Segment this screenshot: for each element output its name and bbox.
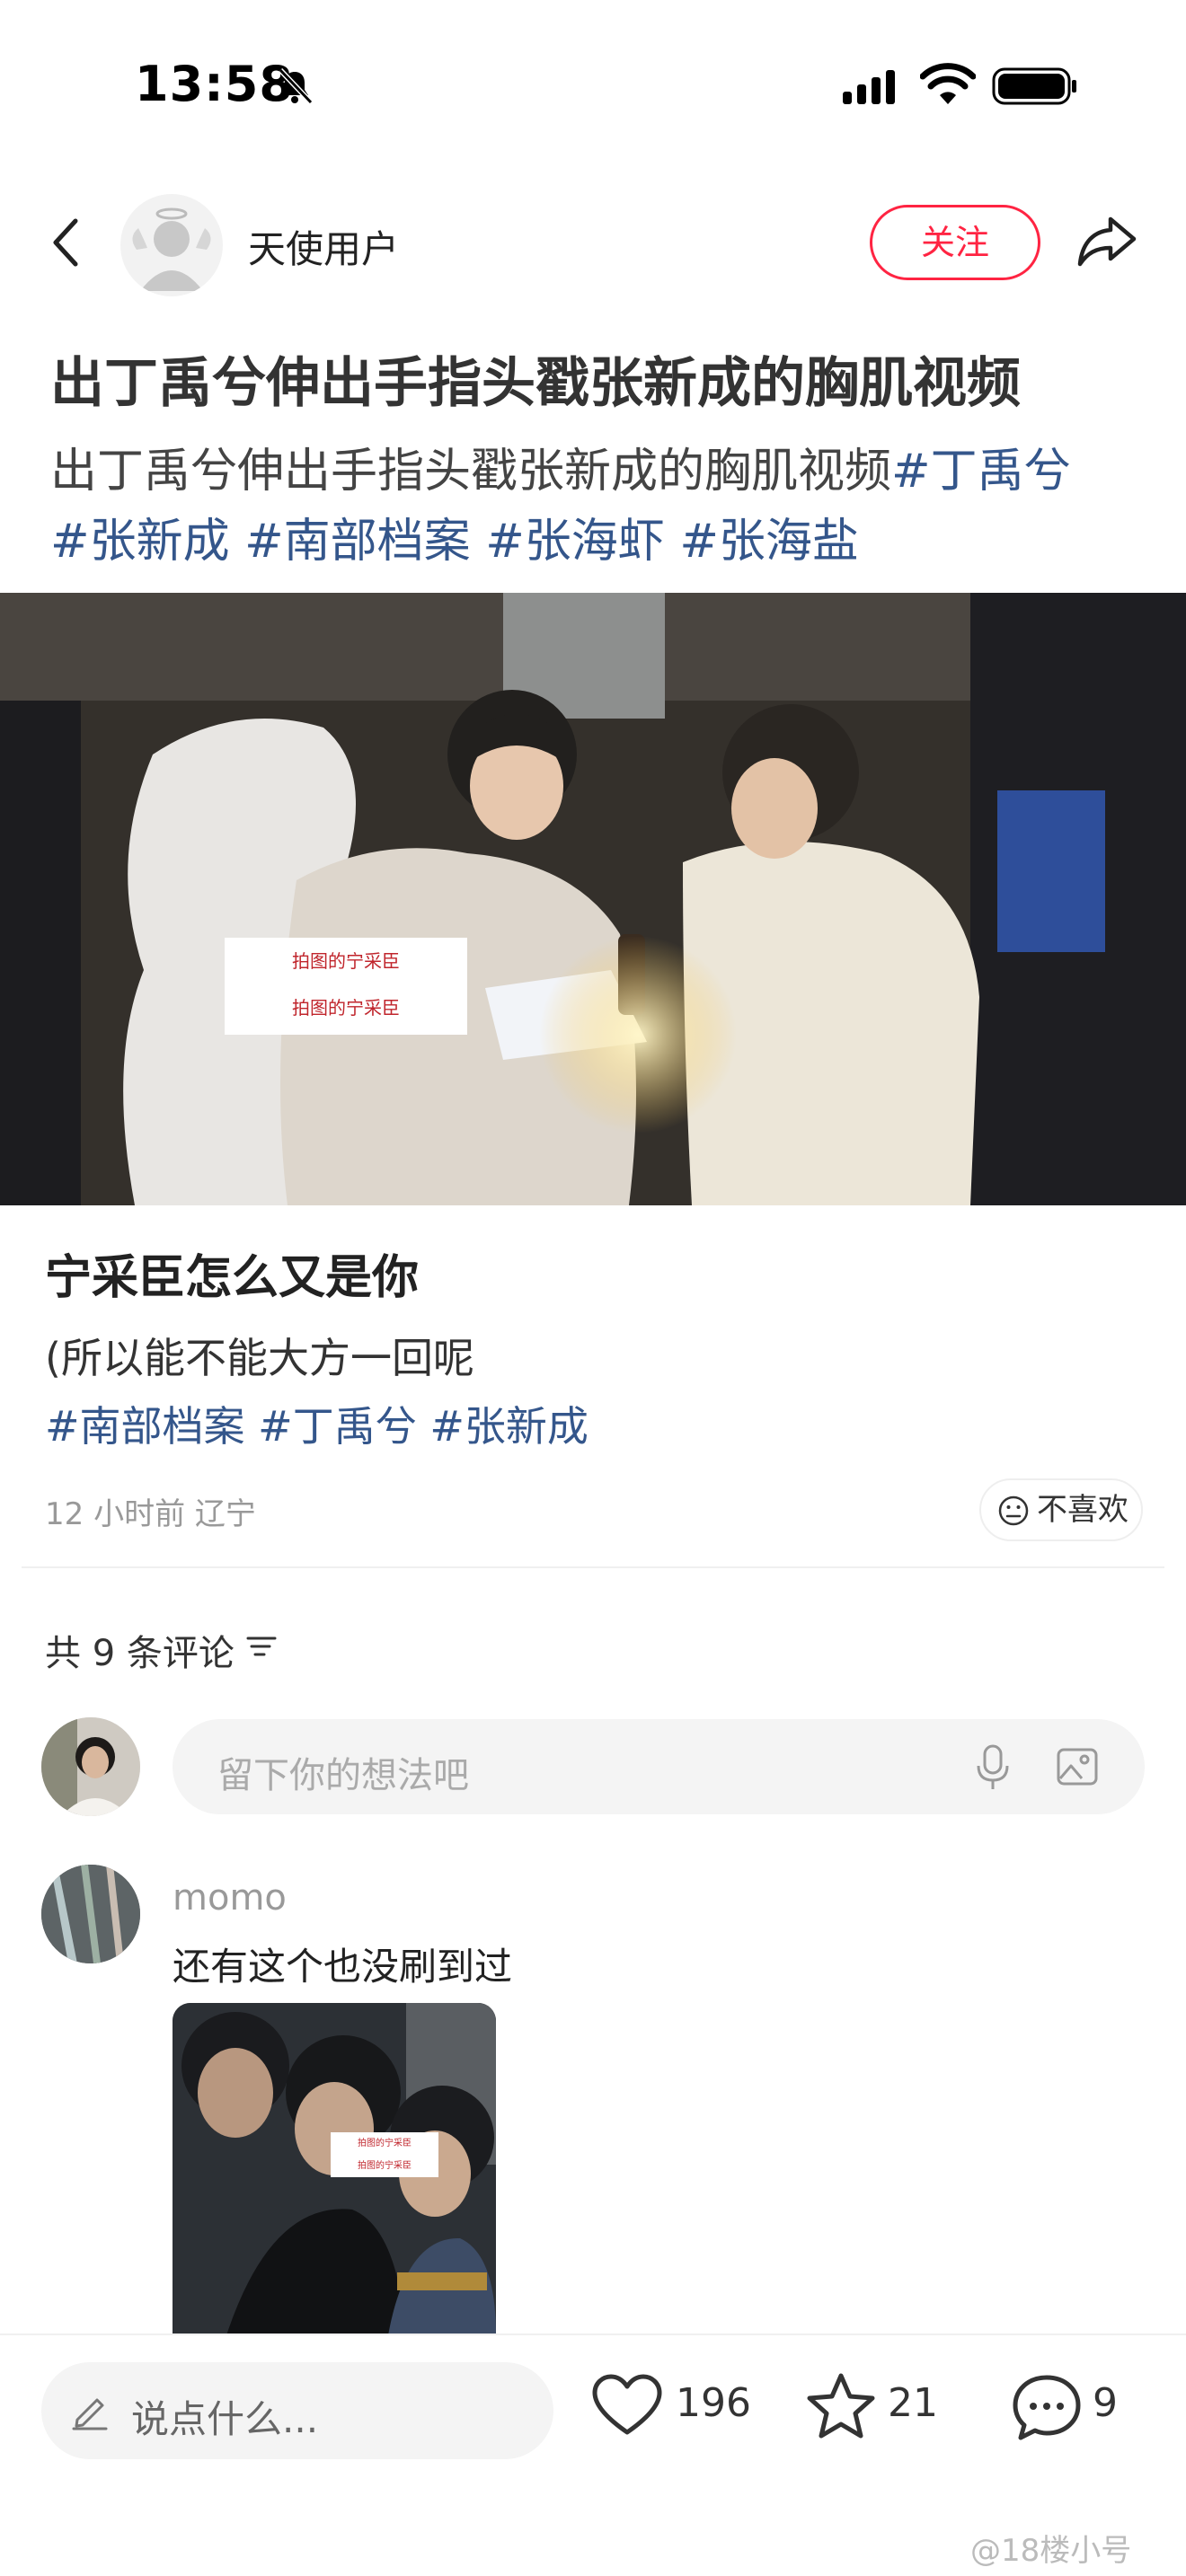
dislike-button[interactable]: 不喜欢	[979, 1478, 1143, 1541]
caption-title: 宁采臣怎么又是你	[45, 1251, 420, 1305]
caption-body: (所以能不能大方一回呢	[45, 1334, 474, 1382]
post-description: 出丁禹兮伸出手指头戳张新成的胸肌视频#丁禹兮 #张新成 #南部档案 #张海虾 #…	[50, 437, 1155, 577]
star-icon[interactable]	[805, 2371, 877, 2439]
comment-input[interactable]: 留下你的想法吧	[173, 1719, 1145, 1814]
comment-bubble-icon[interactable]	[1012, 2373, 1082, 2441]
sort-icon[interactable]	[244, 1631, 279, 1662]
corner-watermark: @18楼小号	[970, 2533, 1132, 2569]
caption-hashtags[interactable]: #南部档案 #丁禹兮 #张新成	[45, 1394, 589, 1453]
back-arrow-icon[interactable]	[45, 216, 86, 269]
author-name[interactable]: 天使用户	[248, 219, 399, 274]
commenter-avatar-image	[41, 1865, 140, 1963]
hashtag[interactable]: #张海虾	[485, 515, 665, 569]
comment-count-bottom: 9	[1093, 2380, 1118, 2426]
heart-icon[interactable]	[591, 2373, 663, 2438]
image-watermark: 拍图的宁采臣 拍图的宁采臣	[225, 938, 467, 1035]
microphone-icon[interactable]	[972, 1742, 1013, 1793]
my-avatar	[41, 1717, 140, 1816]
like-count: 196	[676, 2380, 751, 2426]
share-icon[interactable]	[1075, 212, 1139, 269]
wifi-icon	[920, 63, 976, 104]
commenter-avatar[interactable]	[41, 1865, 140, 1963]
post-image[interactable]: 拍图的宁采臣 拍图的宁采臣	[0, 593, 1186, 1205]
hashtag[interactable]: #张海盐	[679, 515, 859, 569]
post-description-text: 出丁禹兮伸出手指头戳张新成的胸肌视频	[50, 445, 892, 498]
collect-count: 21	[888, 2380, 938, 2426]
commenter-name[interactable]: momo	[173, 1877, 287, 1919]
signal-icon	[843, 70, 895, 104]
author-avatar[interactable]	[120, 194, 223, 296]
bell-muted-icon	[278, 67, 314, 105]
status-bar: 13:58	[0, 0, 1186, 171]
hashtag[interactable]: #张新成	[50, 515, 230, 569]
my-avatar-image	[41, 1717, 140, 1816]
battery-icon	[992, 67, 1076, 105]
post-time-location: 12 小时前 辽宁	[45, 1496, 256, 1532]
status-time: 13:58	[135, 56, 294, 112]
image-icon[interactable]	[1055, 1744, 1100, 1789]
comment-image-watermark-line: 拍图的宁采臣	[358, 2161, 412, 2171]
comment-count: 共 9 条评论	[45, 1633, 235, 1674]
comment-text: 还有这个也没刷到过	[173, 1945, 513, 1989]
divider	[22, 1566, 1164, 1568]
image-watermark-line: 拍图的宁采臣	[292, 997, 400, 1019]
angel-avatar-icon	[132, 207, 211, 291]
comment-image-watermark: 拍图的宁采臣 拍图的宁采臣	[331, 2132, 438, 2177]
nav-bar: 天使用户 关注	[0, 189, 1186, 296]
post-title: 出丁禹兮伸出手指头戳张新成的胸肌视频	[50, 352, 1021, 415]
dislike-label: 不喜欢	[1037, 1492, 1128, 1528]
post-photo-illustration	[0, 593, 1186, 1205]
image-watermark-line: 拍图的宁采臣	[292, 950, 400, 972]
comment-image-watermark-line: 拍图的宁采臣	[358, 2139, 412, 2148]
comment-image[interactable]: 拍图的宁采臣 拍图的宁采臣	[173, 2003, 496, 2335]
follow-button[interactable]: 关注	[870, 205, 1040, 280]
hashtag[interactable]: #丁禹兮	[891, 445, 1071, 498]
hashtag[interactable]: #南部档案	[244, 515, 471, 569]
comment-input-placeholder: 留下你的想法吧	[217, 1755, 469, 1796]
sad-face-icon	[998, 1495, 1029, 1526]
pen-icon	[72, 2398, 108, 2430]
say-something-placeholder: 说点什么...	[131, 2397, 319, 2441]
say-something-input[interactable]: 说点什么...	[41, 2362, 553, 2459]
